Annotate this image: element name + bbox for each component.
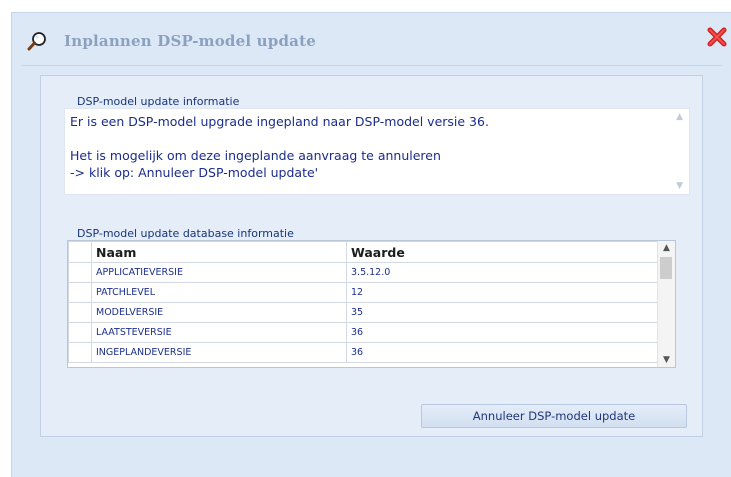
row-selector[interactable] [68, 282, 92, 303]
database-table: Naam Waarde APPLICATIEVERSIE 3.5.12.0 PA… [67, 240, 676, 368]
close-button[interactable] [705, 25, 729, 49]
info-text: Er is een DSP-model upgrade ingepland na… [70, 114, 489, 180]
scrollbar-thumb[interactable] [660, 257, 672, 279]
row-selector[interactable] [68, 302, 92, 323]
cell-naam: PATCHLEVEL [91, 282, 347, 303]
row-selector[interactable] [68, 322, 92, 343]
cell-waarde: 35 [346, 302, 659, 323]
cell-naam: MODELVERSIE [91, 302, 347, 323]
info-section-label: DSP-model update informatie [77, 95, 240, 108]
cell-naam: INGEPLANDEVERSIE [91, 342, 347, 363]
table-row[interactable]: APPLICATIEVERSIE 3.5.12.0 [68, 262, 659, 283]
cancel-update-button[interactable]: Annuleer DSP-model update [421, 404, 687, 428]
info-textbox[interactable]: Er is een DSP-model upgrade ingepland na… [64, 108, 690, 195]
cell-waarde: 36 [346, 342, 659, 363]
title-bar: Inplannen DSP-model update [12, 13, 731, 65]
table-row[interactable]: PATCHLEVEL 12 [68, 282, 659, 303]
close-icon [707, 27, 727, 47]
cell-waarde: 36 [346, 322, 659, 343]
table-row[interactable]: MODELVERSIE 35 [68, 302, 659, 323]
magnifier-icon [26, 31, 48, 51]
column-header-naam[interactable]: Naam [91, 241, 347, 263]
table-scrollbar[interactable]: ▲ ▼ [657, 241, 675, 367]
cell-waarde: 12 [346, 282, 659, 303]
title-divider [22, 65, 722, 66]
row-selector[interactable] [68, 262, 92, 283]
table-header-row: Naam Waarde [68, 241, 659, 263]
row-selector[interactable] [68, 342, 92, 363]
data-grid: Naam Waarde APPLICATIEVERSIE 3.5.12.0 PA… [68, 241, 659, 363]
scroll-down-icon[interactable]: ▼ [658, 355, 675, 365]
cell-waarde: 3.5.12.0 [346, 262, 659, 283]
scroll-down-icon[interactable]: ▼ [676, 181, 683, 191]
table-row[interactable]: LAATSTEVERSIE 36 [68, 322, 659, 343]
row-selector-header [68, 241, 92, 263]
cell-naam: APPLICATIEVERSIE [91, 262, 347, 283]
scroll-up-icon[interactable]: ▲ [676, 112, 683, 122]
table-row[interactable]: INGEPLANDEVERSIE 36 [68, 342, 659, 363]
db-section-label: DSP-model update database informatie [77, 227, 294, 240]
column-header-waarde[interactable]: Waarde [346, 241, 659, 263]
cell-naam: LAATSTEVERSIE [91, 322, 347, 343]
dialog-title: Inplannen DSP-model update [64, 32, 316, 50]
scroll-up-icon[interactable]: ▲ [658, 243, 675, 253]
